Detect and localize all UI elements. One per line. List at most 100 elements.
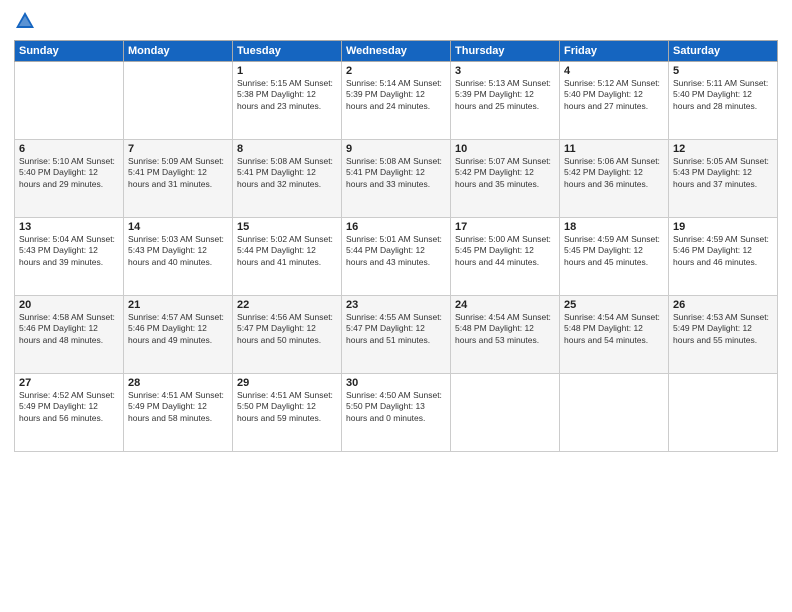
calendar-cell: 29Sunrise: 4:51 AM Sunset: 5:50 PM Dayli… bbox=[233, 374, 342, 452]
calendar-cell: 19Sunrise: 4:59 AM Sunset: 5:46 PM Dayli… bbox=[669, 218, 778, 296]
calendar-cell: 28Sunrise: 4:51 AM Sunset: 5:49 PM Dayli… bbox=[124, 374, 233, 452]
calendar-week-row: 6Sunrise: 5:10 AM Sunset: 5:40 PM Daylig… bbox=[15, 140, 778, 218]
day-info: Sunrise: 4:53 AM Sunset: 5:49 PM Dayligh… bbox=[673, 312, 773, 346]
day-info: Sunrise: 5:08 AM Sunset: 5:41 PM Dayligh… bbox=[237, 156, 337, 190]
day-number: 5 bbox=[673, 65, 773, 77]
calendar-cell: 8Sunrise: 5:08 AM Sunset: 5:41 PM Daylig… bbox=[233, 140, 342, 218]
calendar-cell: 23Sunrise: 4:55 AM Sunset: 5:47 PM Dayli… bbox=[342, 296, 451, 374]
weekday-header: Sunday bbox=[15, 41, 124, 62]
calendar-cell: 5Sunrise: 5:11 AM Sunset: 5:40 PM Daylig… bbox=[669, 62, 778, 140]
calendar-cell: 26Sunrise: 4:53 AM Sunset: 5:49 PM Dayli… bbox=[669, 296, 778, 374]
calendar-cell: 10Sunrise: 5:07 AM Sunset: 5:42 PM Dayli… bbox=[451, 140, 560, 218]
calendar-cell: 7Sunrise: 5:09 AM Sunset: 5:41 PM Daylig… bbox=[124, 140, 233, 218]
day-info: Sunrise: 4:56 AM Sunset: 5:47 PM Dayligh… bbox=[237, 312, 337, 346]
day-info: Sunrise: 5:02 AM Sunset: 5:44 PM Dayligh… bbox=[237, 234, 337, 268]
day-number: 11 bbox=[564, 143, 664, 155]
day-number: 7 bbox=[128, 143, 228, 155]
day-info: Sunrise: 4:57 AM Sunset: 5:46 PM Dayligh… bbox=[128, 312, 228, 346]
day-info: Sunrise: 5:13 AM Sunset: 5:39 PM Dayligh… bbox=[455, 78, 555, 112]
day-info: Sunrise: 5:04 AM Sunset: 5:43 PM Dayligh… bbox=[19, 234, 119, 268]
calendar-cell: 16Sunrise: 5:01 AM Sunset: 5:44 PM Dayli… bbox=[342, 218, 451, 296]
calendar-cell: 17Sunrise: 5:00 AM Sunset: 5:45 PM Dayli… bbox=[451, 218, 560, 296]
day-info: Sunrise: 5:11 AM Sunset: 5:40 PM Dayligh… bbox=[673, 78, 773, 112]
day-number: 19 bbox=[673, 221, 773, 233]
day-number: 9 bbox=[346, 143, 446, 155]
calendar-cell: 9Sunrise: 5:08 AM Sunset: 5:41 PM Daylig… bbox=[342, 140, 451, 218]
calendar: SundayMondayTuesdayWednesdayThursdayFrid… bbox=[14, 40, 778, 452]
calendar-cell: 6Sunrise: 5:10 AM Sunset: 5:40 PM Daylig… bbox=[15, 140, 124, 218]
day-info: Sunrise: 5:08 AM Sunset: 5:41 PM Dayligh… bbox=[346, 156, 446, 190]
calendar-cell bbox=[124, 62, 233, 140]
weekday-header: Monday bbox=[124, 41, 233, 62]
day-number: 20 bbox=[19, 299, 119, 311]
calendar-header-row: SundayMondayTuesdayWednesdayThursdayFrid… bbox=[15, 41, 778, 62]
day-info: Sunrise: 5:01 AM Sunset: 5:44 PM Dayligh… bbox=[346, 234, 446, 268]
day-info: Sunrise: 5:09 AM Sunset: 5:41 PM Dayligh… bbox=[128, 156, 228, 190]
calendar-cell: 25Sunrise: 4:54 AM Sunset: 5:48 PM Dayli… bbox=[560, 296, 669, 374]
day-number: 10 bbox=[455, 143, 555, 155]
weekday-header: Wednesday bbox=[342, 41, 451, 62]
day-number: 4 bbox=[564, 65, 664, 77]
calendar-cell: 21Sunrise: 4:57 AM Sunset: 5:46 PM Dayli… bbox=[124, 296, 233, 374]
calendar-cell: 18Sunrise: 4:59 AM Sunset: 5:45 PM Dayli… bbox=[560, 218, 669, 296]
day-number: 13 bbox=[19, 221, 119, 233]
day-number: 14 bbox=[128, 221, 228, 233]
calendar-cell: 13Sunrise: 5:04 AM Sunset: 5:43 PM Dayli… bbox=[15, 218, 124, 296]
calendar-cell: 11Sunrise: 5:06 AM Sunset: 5:42 PM Dayli… bbox=[560, 140, 669, 218]
weekday-header: Friday bbox=[560, 41, 669, 62]
day-info: Sunrise: 4:51 AM Sunset: 5:49 PM Dayligh… bbox=[128, 390, 228, 424]
calendar-cell: 14Sunrise: 5:03 AM Sunset: 5:43 PM Dayli… bbox=[124, 218, 233, 296]
day-info: Sunrise: 4:59 AM Sunset: 5:46 PM Dayligh… bbox=[673, 234, 773, 268]
day-number: 30 bbox=[346, 377, 446, 389]
logo-icon bbox=[14, 10, 36, 32]
calendar-cell: 30Sunrise: 4:50 AM Sunset: 5:50 PM Dayli… bbox=[342, 374, 451, 452]
calendar-cell: 24Sunrise: 4:54 AM Sunset: 5:48 PM Dayli… bbox=[451, 296, 560, 374]
day-info: Sunrise: 5:14 AM Sunset: 5:39 PM Dayligh… bbox=[346, 78, 446, 112]
day-info: Sunrise: 4:58 AM Sunset: 5:46 PM Dayligh… bbox=[19, 312, 119, 346]
day-number: 6 bbox=[19, 143, 119, 155]
day-number: 21 bbox=[128, 299, 228, 311]
day-info: Sunrise: 4:51 AM Sunset: 5:50 PM Dayligh… bbox=[237, 390, 337, 424]
calendar-cell: 1Sunrise: 5:15 AM Sunset: 5:38 PM Daylig… bbox=[233, 62, 342, 140]
day-info: Sunrise: 5:10 AM Sunset: 5:40 PM Dayligh… bbox=[19, 156, 119, 190]
day-info: Sunrise: 4:54 AM Sunset: 5:48 PM Dayligh… bbox=[564, 312, 664, 346]
day-info: Sunrise: 5:03 AM Sunset: 5:43 PM Dayligh… bbox=[128, 234, 228, 268]
calendar-cell: 22Sunrise: 4:56 AM Sunset: 5:47 PM Dayli… bbox=[233, 296, 342, 374]
day-number: 3 bbox=[455, 65, 555, 77]
calendar-week-row: 20Sunrise: 4:58 AM Sunset: 5:46 PM Dayli… bbox=[15, 296, 778, 374]
weekday-header: Tuesday bbox=[233, 41, 342, 62]
day-number: 28 bbox=[128, 377, 228, 389]
day-info: Sunrise: 4:52 AM Sunset: 5:49 PM Dayligh… bbox=[19, 390, 119, 424]
calendar-cell: 2Sunrise: 5:14 AM Sunset: 5:39 PM Daylig… bbox=[342, 62, 451, 140]
day-number: 12 bbox=[673, 143, 773, 155]
day-info: Sunrise: 4:55 AM Sunset: 5:47 PM Dayligh… bbox=[346, 312, 446, 346]
calendar-week-row: 1Sunrise: 5:15 AM Sunset: 5:38 PM Daylig… bbox=[15, 62, 778, 140]
day-number: 2 bbox=[346, 65, 446, 77]
day-number: 22 bbox=[237, 299, 337, 311]
day-number: 23 bbox=[346, 299, 446, 311]
calendar-cell: 27Sunrise: 4:52 AM Sunset: 5:49 PM Dayli… bbox=[15, 374, 124, 452]
day-number: 29 bbox=[237, 377, 337, 389]
day-info: Sunrise: 4:50 AM Sunset: 5:50 PM Dayligh… bbox=[346, 390, 446, 424]
day-info: Sunrise: 5:05 AM Sunset: 5:43 PM Dayligh… bbox=[673, 156, 773, 190]
day-info: Sunrise: 4:59 AM Sunset: 5:45 PM Dayligh… bbox=[564, 234, 664, 268]
day-info: Sunrise: 5:07 AM Sunset: 5:42 PM Dayligh… bbox=[455, 156, 555, 190]
day-number: 1 bbox=[237, 65, 337, 77]
day-info: Sunrise: 5:06 AM Sunset: 5:42 PM Dayligh… bbox=[564, 156, 664, 190]
day-number: 27 bbox=[19, 377, 119, 389]
day-number: 8 bbox=[237, 143, 337, 155]
calendar-cell: 15Sunrise: 5:02 AM Sunset: 5:44 PM Dayli… bbox=[233, 218, 342, 296]
weekday-header: Thursday bbox=[451, 41, 560, 62]
calendar-cell bbox=[15, 62, 124, 140]
day-info: Sunrise: 5:12 AM Sunset: 5:40 PM Dayligh… bbox=[564, 78, 664, 112]
day-number: 15 bbox=[237, 221, 337, 233]
logo bbox=[14, 10, 39, 32]
calendar-cell: 3Sunrise: 5:13 AM Sunset: 5:39 PM Daylig… bbox=[451, 62, 560, 140]
calendar-cell: 12Sunrise: 5:05 AM Sunset: 5:43 PM Dayli… bbox=[669, 140, 778, 218]
day-number: 18 bbox=[564, 221, 664, 233]
calendar-week-row: 27Sunrise: 4:52 AM Sunset: 5:49 PM Dayli… bbox=[15, 374, 778, 452]
calendar-cell: 4Sunrise: 5:12 AM Sunset: 5:40 PM Daylig… bbox=[560, 62, 669, 140]
calendar-cell: 20Sunrise: 4:58 AM Sunset: 5:46 PM Dayli… bbox=[15, 296, 124, 374]
day-info: Sunrise: 5:00 AM Sunset: 5:45 PM Dayligh… bbox=[455, 234, 555, 268]
day-info: Sunrise: 4:54 AM Sunset: 5:48 PM Dayligh… bbox=[455, 312, 555, 346]
